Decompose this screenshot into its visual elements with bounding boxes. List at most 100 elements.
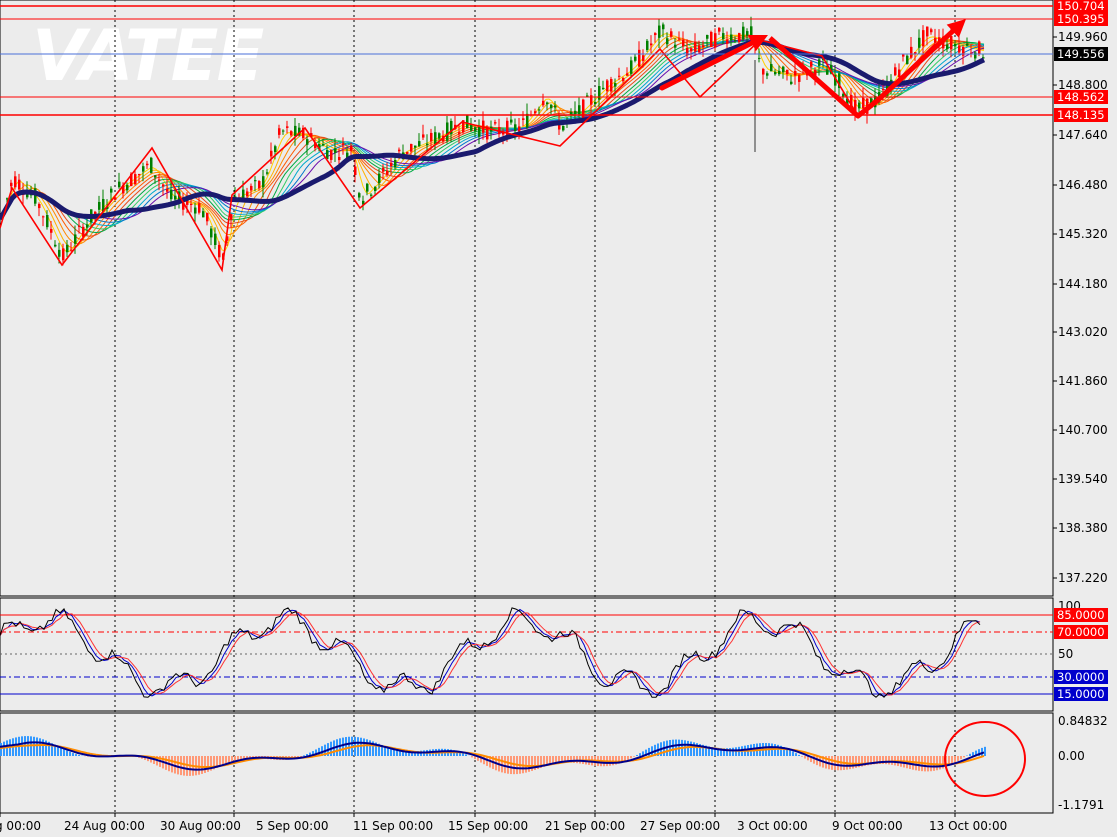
time-axis-label: 3 Oct 00:00: [737, 819, 808, 833]
candle-body: [46, 215, 49, 228]
time-axis-label: 15 Sep 00:00: [448, 819, 528, 833]
candle-body: [230, 214, 233, 220]
candle-body: [622, 78, 625, 82]
macd-bar: [888, 756, 890, 765]
candle-body: [674, 44, 677, 48]
candle-body: [38, 204, 41, 209]
macd-bar: [465, 754, 467, 756]
candle-body: [862, 97, 865, 109]
candle-body: [818, 59, 821, 66]
macd-bar: [507, 756, 509, 774]
candle-body: [58, 249, 61, 257]
candle-body: [18, 179, 21, 190]
candle-body: [78, 225, 81, 227]
time-axis-label: 21 Sep 00:00: [545, 819, 625, 833]
candle-body: [422, 134, 425, 138]
candle-body: [262, 176, 265, 188]
macd-bar: [60, 747, 62, 756]
candle-body: [682, 39, 685, 47]
candle-body: [246, 191, 249, 197]
macd-bar: [792, 751, 794, 756]
candle-body: [478, 126, 481, 137]
candle-body: [134, 174, 137, 185]
price-tick-label: 140.700: [1058, 423, 1108, 437]
macd-axis[interactable]: 0.84832 0.00 -1.1791: [1058, 714, 1108, 812]
candle-body: [118, 181, 121, 188]
candle-body: [394, 159, 397, 168]
time-axis-label: 5 Sep 00:00: [256, 819, 328, 833]
candle-body: [586, 95, 589, 97]
candle-body: [670, 31, 673, 37]
candle-body: [722, 33, 725, 40]
candle-body: [786, 69, 789, 75]
time-axis-label: 11 Sep 00:00: [353, 819, 433, 833]
candle-body: [374, 186, 377, 192]
stochastic-level-label: 70.0000: [1057, 625, 1105, 639]
candle-body: [798, 75, 801, 82]
candle-body: [158, 179, 161, 181]
candle-body: [810, 61, 813, 67]
macd-bar: [960, 756, 962, 760]
candle-body: [714, 33, 717, 48]
level-price-label: 148.135: [1057, 108, 1105, 122]
candle-body: [474, 127, 477, 132]
macd-bar: [225, 756, 227, 765]
candle-body: [266, 172, 269, 174]
macd-bar: [852, 756, 854, 769]
macd-bar: [33, 736, 35, 756]
candle-body: [934, 38, 937, 43]
candle-body: [930, 29, 933, 33]
candle-body: [954, 43, 957, 47]
candle-body: [342, 143, 345, 146]
candle-body: [730, 34, 733, 41]
candle-body: [706, 35, 709, 39]
macd-bar: [42, 739, 44, 756]
macd-bar: [348, 736, 350, 756]
time-axis-label: 30 Aug 00:00: [160, 819, 241, 833]
macd-bar: [201, 756, 203, 774]
macd-bar: [732, 747, 734, 756]
candle-body: [218, 245, 221, 258]
candle-body: [858, 102, 861, 109]
candle-body: [294, 125, 297, 137]
candle-body: [142, 166, 145, 172]
candle-body: [382, 167, 385, 172]
candle-body: [290, 131, 293, 136]
candle-body: [154, 175, 157, 178]
candle-body: [774, 71, 777, 75]
candle-body: [618, 75, 621, 77]
candle-body: [278, 128, 281, 135]
macd-bar: [228, 756, 230, 763]
candle-body: [538, 109, 541, 111]
macd-bar: [0, 742, 2, 756]
macd-bar: [504, 756, 506, 774]
macd-bar: [639, 753, 641, 756]
candle-body: [138, 173, 141, 176]
candle-body: [882, 88, 885, 91]
candle-body: [198, 203, 201, 213]
candle-body: [414, 145, 417, 148]
macd-bar: [69, 751, 71, 756]
candle-body: [650, 43, 653, 46]
trading-chart[interactable]: VATEE 149.960148.800147.640146.480145.32…: [0, 0, 1117, 837]
price-tick-label: 139.540: [1058, 472, 1108, 486]
level-price-label: 150.395: [1057, 12, 1105, 26]
candle-body: [926, 26, 929, 37]
candle-body: [602, 87, 605, 90]
candle-body: [914, 52, 917, 54]
price-axis[interactable]: 149.960148.800147.640146.480145.320144.1…: [1053, 0, 1108, 585]
candle-body: [698, 45, 701, 53]
macd-bar: [510, 756, 512, 775]
macd-bar: [339, 738, 341, 756]
candle-body: [606, 80, 609, 92]
candle-body: [62, 248, 65, 261]
candle-body: [910, 46, 913, 58]
time-axis[interactable]: g 00:00 24 Aug 00:00 30 Aug 00:00 5 Sep 00:…: [0, 813, 1007, 833]
candle-body: [918, 37, 921, 48]
stochastic-axis[interactable]: 1005085.000070.000030.000015.0000: [1054, 599, 1108, 701]
macd-tick-label: -1.1791: [1058, 798, 1104, 812]
candle-body: [494, 122, 497, 124]
candle-body: [322, 144, 325, 146]
candle-body: [978, 41, 981, 55]
macd-bar: [183, 756, 185, 776]
